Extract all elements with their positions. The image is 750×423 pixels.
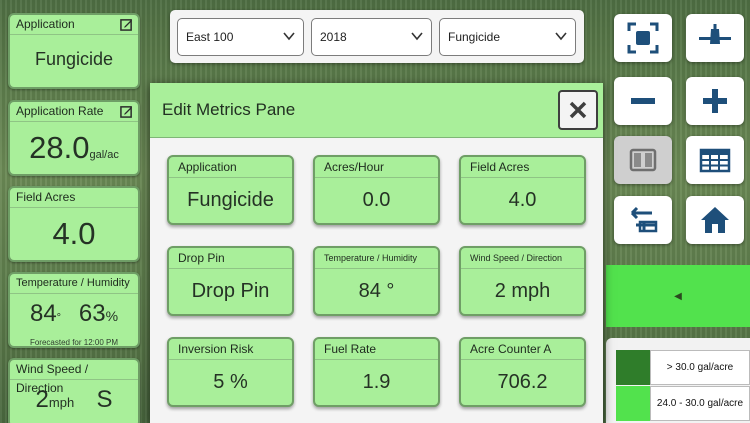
focus-view-button[interactable] bbox=[614, 14, 672, 62]
zoom-out-button[interactable] bbox=[614, 77, 672, 125]
split-view-button[interactable] bbox=[614, 136, 672, 184]
metric-label: Wind Speed / Direction bbox=[461, 248, 584, 269]
application-tile-value: Fungicide bbox=[34, 49, 114, 69]
caret-left-icon: ◀ bbox=[674, 290, 682, 302]
edit-icon[interactable] bbox=[120, 105, 133, 118]
field-acres-tile[interactable]: Field Acres 4.0 bbox=[8, 186, 140, 262]
home-button[interactable] bbox=[686, 196, 744, 244]
application-rate-value-row: 28.0gal/ac bbox=[10, 122, 138, 174]
metric-inversion-risk[interactable]: Inversion Risk 5 % bbox=[167, 337, 294, 407]
metric-value: 84 ° bbox=[358, 280, 395, 302]
legend-label: 24.0 - 30.0 gal/acre bbox=[650, 386, 750, 421]
metric-label: Field Acres bbox=[461, 157, 584, 178]
field-acres-value: 4.0 bbox=[52, 216, 96, 251]
metric-fuel-rate[interactable]: Fuel Rate 1.9 bbox=[313, 337, 440, 407]
modal-title: Edit Metrics Pane bbox=[162, 100, 296, 119]
metric-value: 2 mph bbox=[494, 280, 551, 302]
sprayer-icon bbox=[699, 24, 731, 44]
metric-temperature-humidity[interactable]: Temperature / Humidity 84 ° bbox=[313, 246, 440, 316]
humidity-unit: % bbox=[105, 308, 119, 324]
edit-metrics-modal: Edit Metrics Pane Application Fungicide … bbox=[150, 83, 603, 423]
metric-value: 0.0 bbox=[362, 189, 391, 211]
selector-bar: East 100 2018 Fungicide bbox=[170, 10, 584, 63]
humidity-value: 63 bbox=[78, 300, 106, 327]
metric-field-acres[interactable]: Field Acres 4.0 bbox=[459, 155, 586, 225]
application-rate-tile-label: Application Rate bbox=[10, 102, 138, 122]
focus-frame-icon bbox=[627, 22, 659, 54]
rate-legend: > 30.0 gal/acre 24.0 - 30.0 gal/acre bbox=[606, 338, 750, 423]
chevron-down-icon bbox=[555, 32, 567, 41]
split-panels-icon bbox=[629, 148, 657, 172]
application-tile-label: Application bbox=[10, 15, 138, 35]
metric-label: Drop Pin bbox=[169, 248, 292, 269]
rig-view-button[interactable] bbox=[686, 14, 744, 62]
chevron-down-icon bbox=[411, 32, 423, 41]
minus-icon bbox=[631, 98, 655, 104]
metric-label: Fuel Rate bbox=[315, 339, 438, 360]
year-select-value: 2018 bbox=[320, 30, 347, 44]
chevron-down-icon bbox=[283, 32, 295, 41]
edit-icon[interactable] bbox=[120, 18, 133, 31]
wind-tile-label: Wind Speed / Direction bbox=[10, 360, 138, 395]
table-icon bbox=[699, 148, 731, 173]
legend-item: 24.0 - 30.0 gal/acre bbox=[616, 386, 750, 421]
close-icon bbox=[569, 101, 587, 119]
temperature-humidity-tile[interactable]: Temperature / Humidity 84° 63% Forecaste… bbox=[8, 272, 140, 348]
product-select[interactable]: Fungicide bbox=[439, 18, 576, 56]
table-view-button[interactable] bbox=[686, 136, 744, 184]
wind-tile[interactable]: Wind Speed / Direction 2mph S bbox=[8, 358, 140, 423]
metric-label: Inversion Risk bbox=[169, 339, 292, 360]
application-label-text: Application bbox=[16, 17, 75, 31]
metric-label: Temperature / Humidity bbox=[315, 248, 438, 269]
temperature-humidity-values: 84° 63% bbox=[10, 294, 138, 338]
forecast-text: Forecasted for 12:00 PM bbox=[29, 338, 119, 347]
metric-acres-hour[interactable]: Acres/Hour 0.0 bbox=[313, 155, 440, 225]
metric-application[interactable]: Application Fungicide bbox=[167, 155, 294, 225]
temperature-value: 84 bbox=[29, 300, 57, 327]
application-rate-label-text: Application Rate bbox=[16, 104, 104, 118]
metric-value: 4.0 bbox=[508, 189, 537, 211]
legend-swatch bbox=[616, 386, 650, 421]
metric-drop-pin[interactable]: Drop Pin Drop Pin bbox=[167, 246, 294, 316]
metric-value: 5 % bbox=[213, 371, 248, 393]
zoom-in-button[interactable] bbox=[686, 77, 744, 125]
field-select[interactable]: East 100 bbox=[177, 18, 304, 56]
metric-value: Drop Pin bbox=[191, 280, 270, 302]
application-rate-unit: gal/ac bbox=[89, 149, 119, 161]
close-button[interactable] bbox=[558, 90, 598, 130]
field-acres-tile-label: Field Acres bbox=[10, 188, 138, 208]
legend-label: > 30.0 gal/acre bbox=[650, 350, 750, 385]
metric-wind[interactable]: Wind Speed / Direction 2 mph bbox=[459, 246, 586, 316]
application-rate-tile[interactable]: Application Rate 28.0gal/ac bbox=[8, 100, 140, 176]
wind-direction-value: S bbox=[96, 386, 113, 413]
swath-indicator: ◀ bbox=[606, 265, 750, 327]
application-rate-value: 28.0 bbox=[29, 130, 90, 165]
plus-icon bbox=[703, 89, 727, 113]
swap-pane-button[interactable] bbox=[614, 196, 672, 244]
legend-item: > 30.0 gal/acre bbox=[616, 350, 750, 385]
product-select-value: Fungicide bbox=[448, 30, 501, 44]
year-select[interactable]: 2018 bbox=[311, 18, 432, 56]
metric-label: Application bbox=[169, 157, 292, 178]
application-tile[interactable]: Application Fungicide bbox=[8, 13, 140, 89]
modal-header: Edit Metrics Pane bbox=[150, 83, 603, 138]
field-select-value: East 100 bbox=[186, 30, 234, 44]
temperature-humidity-tile-label: Temperature / Humidity bbox=[10, 274, 138, 294]
home-icon bbox=[701, 207, 729, 233]
swap-arrows-icon bbox=[630, 206, 658, 233]
metric-label: Acres/Hour bbox=[315, 157, 438, 178]
metric-acre-counter[interactable]: Acre Counter A 706.2 bbox=[459, 337, 586, 407]
metric-value: 706.2 bbox=[497, 371, 548, 393]
metric-value: Fungicide bbox=[187, 189, 274, 211]
metric-value: 1.9 bbox=[362, 371, 391, 393]
temperature-unit: ° bbox=[56, 312, 62, 324]
legend-swatch bbox=[616, 350, 650, 385]
metric-label: Acre Counter A bbox=[461, 339, 584, 360]
